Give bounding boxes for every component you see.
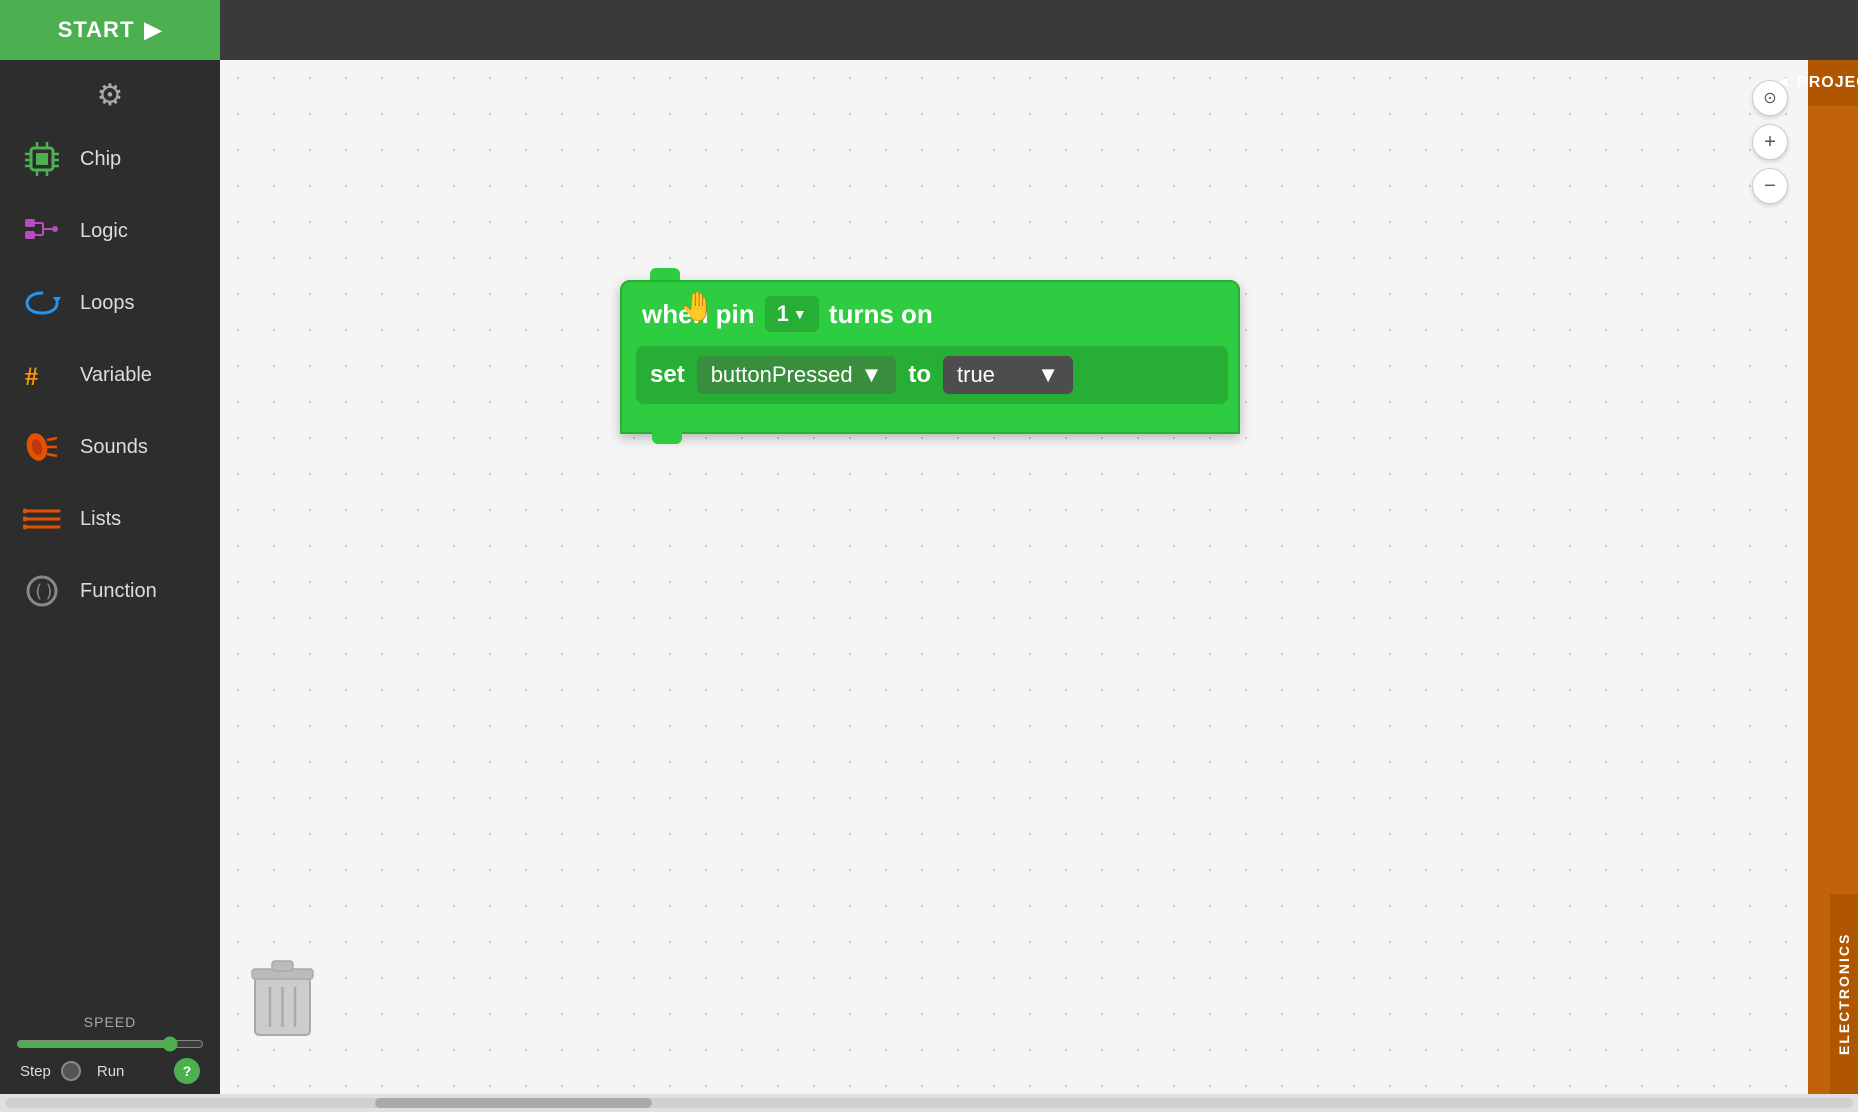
sidebar-item-label: Logic	[80, 220, 128, 243]
projects-tab[interactable]: ◄ PROJECTS	[1808, 60, 1858, 106]
function-icon: ()	[20, 569, 64, 613]
variable-icon: #	[20, 353, 64, 397]
trash-icon	[250, 959, 315, 1039]
start-label: START	[58, 17, 135, 43]
pin-dropdown[interactable]: 1 ▼	[765, 296, 819, 332]
scrollbar-thumb[interactable]	[375, 1098, 652, 1108]
speed-label: SPEED	[16, 1014, 204, 1030]
set-text: set	[650, 361, 685, 389]
loops-icon	[20, 281, 64, 325]
variable-dropdown[interactable]: buttonPressed ▼	[697, 356, 897, 394]
speed-slider-row	[16, 1036, 204, 1052]
start-button[interactable]: START ▶	[0, 0, 220, 60]
block-bottom-notch	[652, 432, 682, 444]
block-container[interactable]: 🤚 when pin 1 ▼ turns on set	[620, 280, 1240, 434]
gear-icon: ⚙	[97, 79, 124, 112]
right-panel: ◄ PROJECTS ELECTRONICS	[1808, 60, 1858, 1094]
value-dropdown-arrow: ▼	[1037, 362, 1059, 388]
sidebar: ⚙ Chip	[0, 60, 220, 1094]
sidebar-item-label: Function	[80, 580, 157, 603]
sidebar-item-label: Loops	[80, 292, 135, 315]
set-block[interactable]: set buttonPressed ▼ to true ▼	[636, 346, 1228, 404]
step-label: Step	[20, 1063, 51, 1080]
value-text: true	[957, 362, 995, 388]
zoom-controls: ⊙ + −	[1752, 80, 1788, 204]
zoom-target-button[interactable]: ⊙	[1752, 80, 1788, 116]
sidebar-item-logic[interactable]: Logic	[0, 195, 220, 267]
turns-on-text: turns on	[829, 299, 933, 330]
svg-text:#: #	[25, 362, 38, 391]
value-dropdown[interactable]: true ▼	[943, 356, 1073, 394]
electronics-tab[interactable]: ELECTRONICS	[1830, 894, 1858, 1094]
main-content: ⚙ Chip	[0, 60, 1858, 1094]
sidebar-item-function[interactable]: () Function	[0, 555, 220, 627]
svg-text:(): ()	[33, 581, 55, 602]
speed-section: SPEED Step Run ?	[0, 1004, 220, 1084]
pin-value: 1	[777, 301, 789, 327]
when-pin-block[interactable]: 🤚 when pin 1 ▼ turns on set	[620, 280, 1240, 434]
logic-icon	[20, 209, 64, 253]
block-bottom	[622, 418, 1238, 432]
variable-name: buttonPressed	[711, 362, 853, 388]
variable-dropdown-arrow: ▼	[861, 362, 883, 388]
zoom-in-button[interactable]: +	[1752, 124, 1788, 160]
lists-icon	[20, 497, 64, 541]
bottom-bar	[0, 1094, 1858, 1112]
sounds-icon	[20, 425, 64, 469]
sidebar-item-label: Sounds	[80, 436, 148, 459]
sidebar-gear-area: ⚙	[0, 60, 220, 123]
top-bar: START ▶	[0, 0, 1858, 60]
help-icon: ?	[183, 1063, 192, 1079]
zoom-in-icon: +	[1764, 131, 1776, 154]
speed-slider[interactable]	[16, 1036, 204, 1052]
chip-icon	[20, 137, 64, 181]
sidebar-item-loops[interactable]: Loops	[0, 267, 220, 339]
canvas-area[interactable]: ⊙ + − 🤚 when pin 1	[220, 60, 1808, 1094]
step-toggle[interactable]	[61, 1061, 81, 1081]
sidebar-item-label: Chip	[80, 148, 121, 171]
gear-button[interactable]: ⚙	[97, 78, 124, 113]
sidebar-item-variable[interactable]: # Variable	[0, 339, 220, 411]
pin-dropdown-arrow: ▼	[793, 306, 807, 322]
sidebar-item-label: Lists	[80, 508, 121, 531]
sidebar-item-lists[interactable]: Lists	[0, 483, 220, 555]
zoom-target-icon: ⊙	[1763, 88, 1776, 108]
block-header: 🤚 when pin 1 ▼ turns on	[622, 282, 1238, 346]
trash-area	[250, 959, 315, 1044]
help-button[interactable]: ?	[174, 1058, 200, 1084]
electronics-label: ELECTRONICS	[1836, 933, 1852, 1055]
run-label: Run	[97, 1063, 125, 1080]
scrollbar-track[interactable]	[5, 1098, 1853, 1108]
play-icon: ▶	[144, 17, 162, 43]
when-text: when pin	[642, 299, 755, 330]
zoom-out-button[interactable]: −	[1752, 168, 1788, 204]
step-run-row: Step Run ?	[16, 1058, 204, 1084]
block-top-notch	[650, 268, 680, 280]
zoom-out-icon: −	[1764, 175, 1776, 198]
sidebar-item-label: Variable	[80, 364, 152, 387]
sidebar-item-sounds[interactable]: Sounds	[0, 411, 220, 483]
to-text: to	[908, 361, 931, 389]
sidebar-item-chip[interactable]: Chip	[0, 123, 220, 195]
